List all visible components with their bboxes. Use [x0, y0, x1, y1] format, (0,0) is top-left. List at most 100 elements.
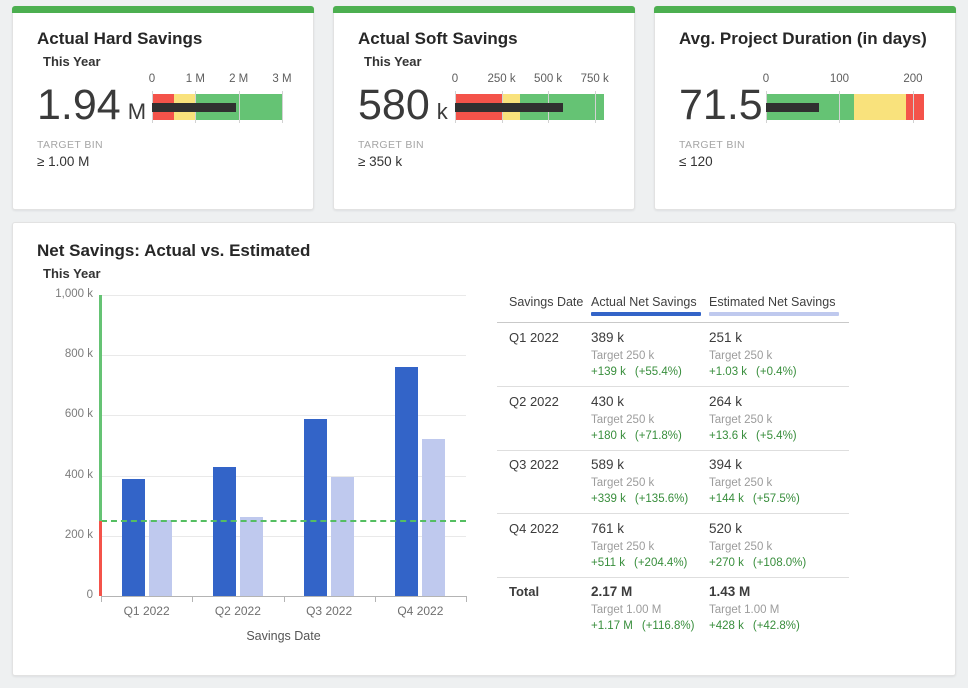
bar-actual-q2-2022[interactable] [213, 467, 236, 596]
cell-target: Target 250 k [709, 541, 825, 554]
y-axis-label: 0 [9, 589, 93, 601]
bullet-measure-bar [455, 103, 563, 112]
kpi-value-number: 1.94 [37, 81, 121, 129]
bar-actual-q1-2022[interactable] [122, 479, 145, 596]
target-bin-label: TARGET BIN [679, 139, 745, 151]
chart-title: Net Savings: Actual vs. Estimated [37, 241, 310, 261]
card-actual-soft-savings: Actual Soft Savings This Year 580k 0250 … [333, 6, 635, 210]
bullet-tick-label: 500 k [534, 73, 562, 85]
cell-target: Target 250 k [709, 350, 825, 363]
delta-value: +139 k [591, 366, 626, 378]
card-title: Actual Hard Savings [37, 29, 202, 49]
card-net-savings: Net Savings: Actual vs. Estimated This Y… [12, 222, 956, 676]
bar-estimated-q4-2022[interactable] [422, 439, 445, 596]
table-row-divider [497, 450, 849, 451]
table-column-header[interactable]: Estimated Net Savings [709, 295, 835, 309]
card-subtitle: This Year [43, 54, 101, 69]
bullet-tick [282, 91, 283, 123]
card-title: Actual Soft Savings [358, 29, 518, 49]
target-line [101, 520, 466, 522]
bullet-chart-soft-savings: 0250 k500 k750 k [455, 73, 604, 129]
gridline [101, 295, 466, 296]
bullet-tick-label: 0 [149, 73, 155, 85]
table-cell: 430 k Target 250 k +180 k (+71.8%) [591, 394, 707, 443]
bar-estimated-q3-2022[interactable] [331, 477, 354, 596]
bar-actual-q3-2022[interactable] [304, 419, 327, 596]
kpi-value: 71.5 [679, 81, 770, 136]
target-bin-value: ≥ 350 k [358, 154, 402, 169]
table-row-label: Total [509, 584, 539, 599]
delta-value: +13.6 k [709, 430, 747, 442]
delta-percent: (+42.8%) [753, 620, 800, 632]
table-cell: 2.17 MTarget 1.00 M+1.17 M(+116.8%) [591, 584, 707, 633]
bullet-segment [854, 94, 905, 120]
kpi-value: 580k [358, 81, 448, 136]
x-axis-tick [466, 597, 467, 602]
bullet-tick [595, 91, 596, 123]
kpi-value-number: 71.5 [679, 81, 763, 129]
x-axis-title: Savings Date [101, 629, 466, 643]
bar-chart: 0200 k400 k600 k800 k1,000 kQ1 2022Q2 20… [101, 295, 466, 596]
table-cell: 761 kTarget 250 k+511 k(+204.4%) [591, 521, 707, 570]
cell-target: Target 250 k [709, 477, 825, 490]
card-accent-bar [333, 6, 635, 13]
chart-subtitle: This Year [43, 266, 101, 281]
delta-value: +1.03 k [709, 366, 747, 378]
target-bin-label: TARGET BIN [37, 139, 103, 151]
table-row-label: Q4 2022 [509, 521, 559, 536]
bullet-tick-label: 200 [903, 73, 922, 85]
x-axis-tick [375, 597, 376, 602]
card-accent-bar [12, 6, 314, 13]
cell-delta: +339 k(+135.6%) [591, 493, 707, 506]
delta-value: +339 k [591, 493, 626, 505]
table-header-divider [497, 322, 849, 323]
cell-target: Target 250 k [591, 414, 707, 427]
table-row-divider [497, 577, 849, 578]
x-axis-tick [284, 597, 285, 602]
bullet-tick [913, 91, 914, 123]
bullet-segment [906, 94, 924, 120]
delta-percent: (+0.4%) [756, 366, 797, 378]
cell-delta: +428 k(+42.8%) [709, 620, 825, 633]
y-axis-label: 600 k [9, 408, 93, 420]
cell-value: 520 k [709, 521, 825, 536]
kpi-value: 1.94 M [37, 81, 146, 136]
bullet-measure-bar [766, 103, 819, 112]
bullet-tick [239, 91, 240, 123]
x-axis-label: Q3 2022 [306, 604, 352, 618]
bullet-tick-label: 100 [830, 73, 849, 85]
delta-percent: (+204.4%) [634, 557, 687, 569]
cell-delta: +180 k (+71.8%) [591, 430, 707, 443]
bar-estimated-q1-2022[interactable] [149, 520, 172, 596]
y-axis-label: 800 k [9, 348, 93, 360]
table-column-header[interactable]: Actual Net Savings [591, 295, 697, 309]
delta-value: +180 k [591, 430, 626, 442]
cell-value: 394 k [709, 457, 825, 472]
delta-percent: (+71.8%) [635, 430, 682, 442]
cell-delta: +1.03 k (+0.4%) [709, 366, 825, 379]
cell-delta: +511 k(+204.4%) [591, 557, 707, 570]
delta-percent: (+55.4%) [635, 366, 682, 378]
bullet-tick-label: 750 k [581, 73, 609, 85]
cell-delta: +1.17 M(+116.8%) [591, 620, 707, 633]
bullet-tick-label: 250 k [487, 73, 515, 85]
kpi-value-number: 580 [358, 81, 430, 129]
bar-estimated-q2-2022[interactable] [240, 517, 263, 596]
cell-delta: +139 k (+55.4%) [591, 366, 707, 379]
bullet-tick-label: 0 [452, 73, 458, 85]
cell-value: 2.17 M [591, 584, 707, 599]
card-actual-hard-savings: Actual Hard Savings This Year 1.94 M 0 1 M… [12, 6, 314, 210]
y-axis-label: 200 k [9, 529, 93, 541]
y-axis-line-above-target [99, 295, 102, 521]
delta-value: +144 k [709, 493, 744, 505]
target-bin-value: ≥ 1.00 M [37, 154, 89, 169]
cell-delta: +144 k(+57.5%) [709, 493, 825, 506]
table-row-label: Q2 2022 [509, 394, 559, 409]
card-avg-project-duration: Avg. Project Duration (in days) 71.5 010… [654, 6, 956, 210]
cell-value: 430 k [591, 394, 707, 409]
cell-value: 264 k [709, 394, 825, 409]
cell-value: 251 k [709, 330, 825, 345]
kpi-value-unit: M [128, 99, 146, 124]
bar-actual-q4-2022[interactable] [395, 367, 418, 596]
bullet-tick-label: 1 M [186, 73, 205, 85]
